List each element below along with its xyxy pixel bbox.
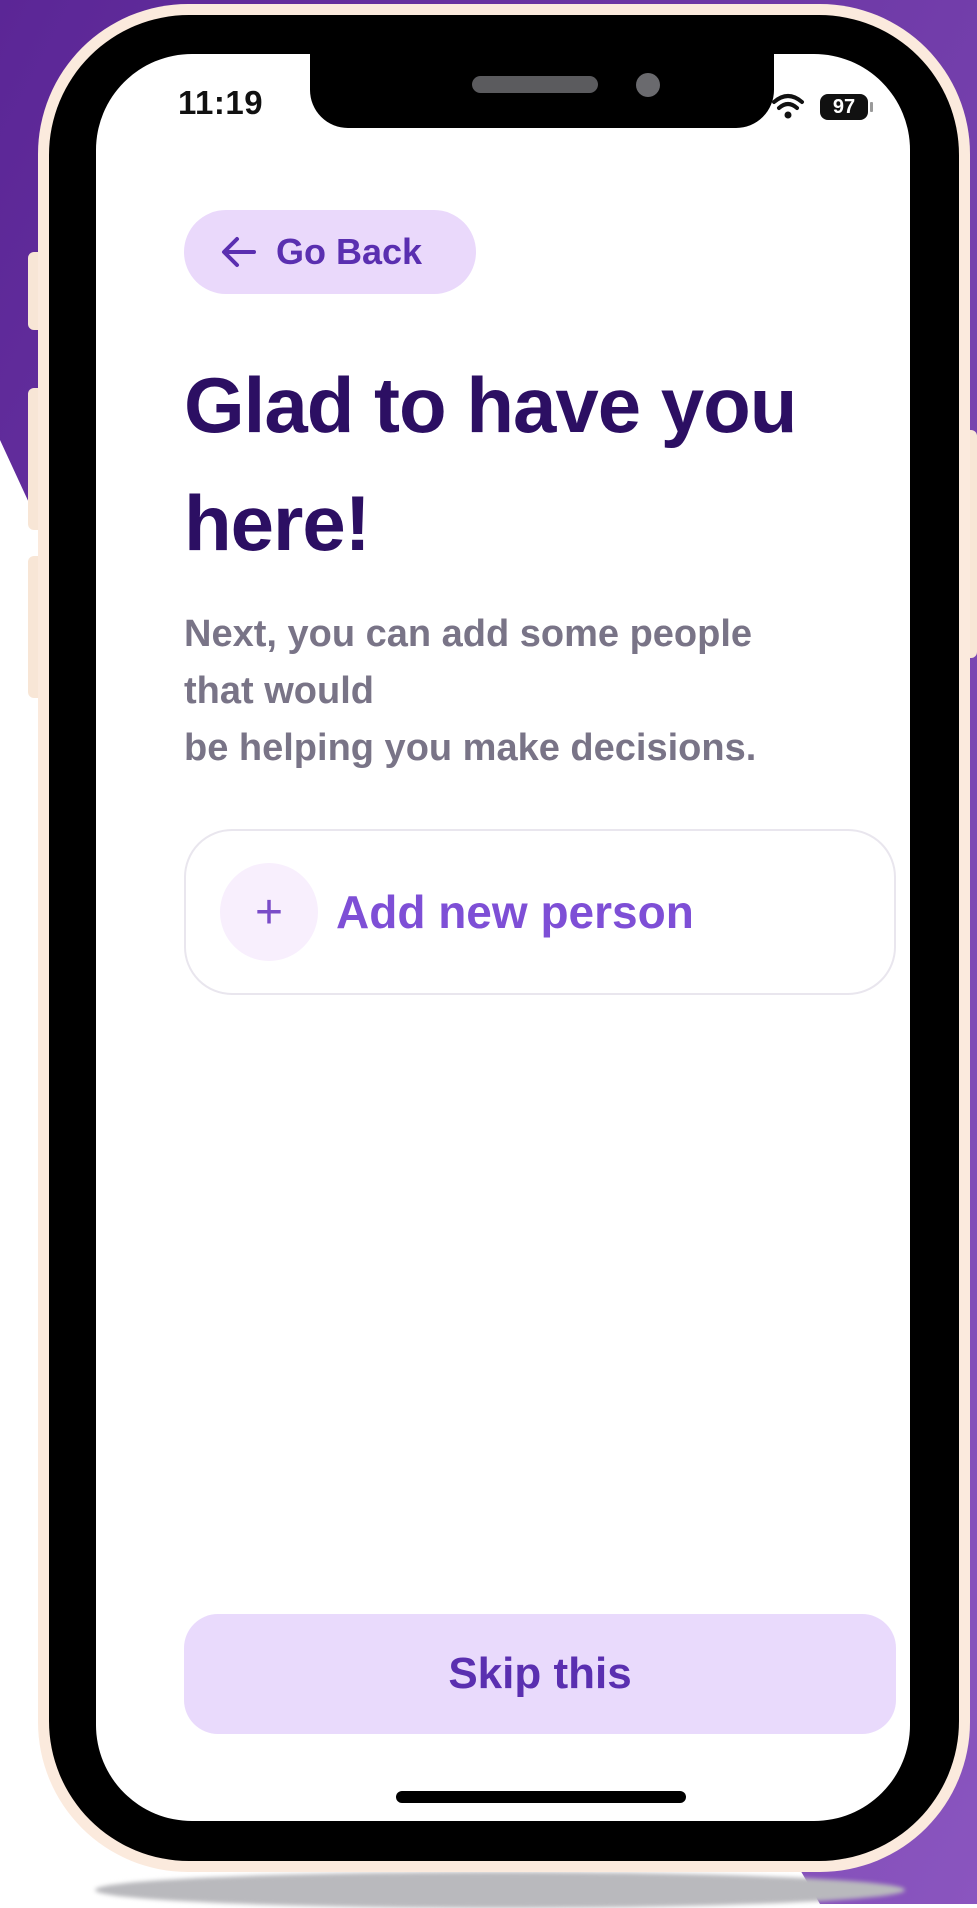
- add-new-person-button[interactable]: + Add new person: [184, 829, 896, 995]
- speaker: [472, 76, 598, 93]
- add-new-person-label: Add new person: [336, 886, 694, 938]
- phone-shadow: [95, 1872, 905, 1908]
- go-back-button[interactable]: Go Back: [184, 210, 476, 294]
- camera: [636, 73, 660, 97]
- skip-button[interactable]: Skip this: [184, 1614, 896, 1734]
- home-indicator: [396, 1791, 686, 1803]
- go-back-label: Go Back: [276, 231, 423, 272]
- notch: [310, 52, 774, 128]
- plus-icon: +: [220, 863, 318, 961]
- arrow-left-icon: [220, 235, 258, 269]
- app-screen: 11:19 97 Go Back Glad to have you here! …: [96, 54, 910, 1821]
- status-time: 11:19: [178, 84, 264, 121]
- battery-level: 97: [832, 96, 856, 118]
- phone-frame: 11:19 97 Go Back Glad to have you here! …: [38, 4, 970, 1872]
- wifi-icon: [772, 94, 804, 119]
- page-subtitle: Next, you can add some people that would…: [184, 613, 757, 769]
- page-title: Glad to have you here!: [184, 361, 797, 567]
